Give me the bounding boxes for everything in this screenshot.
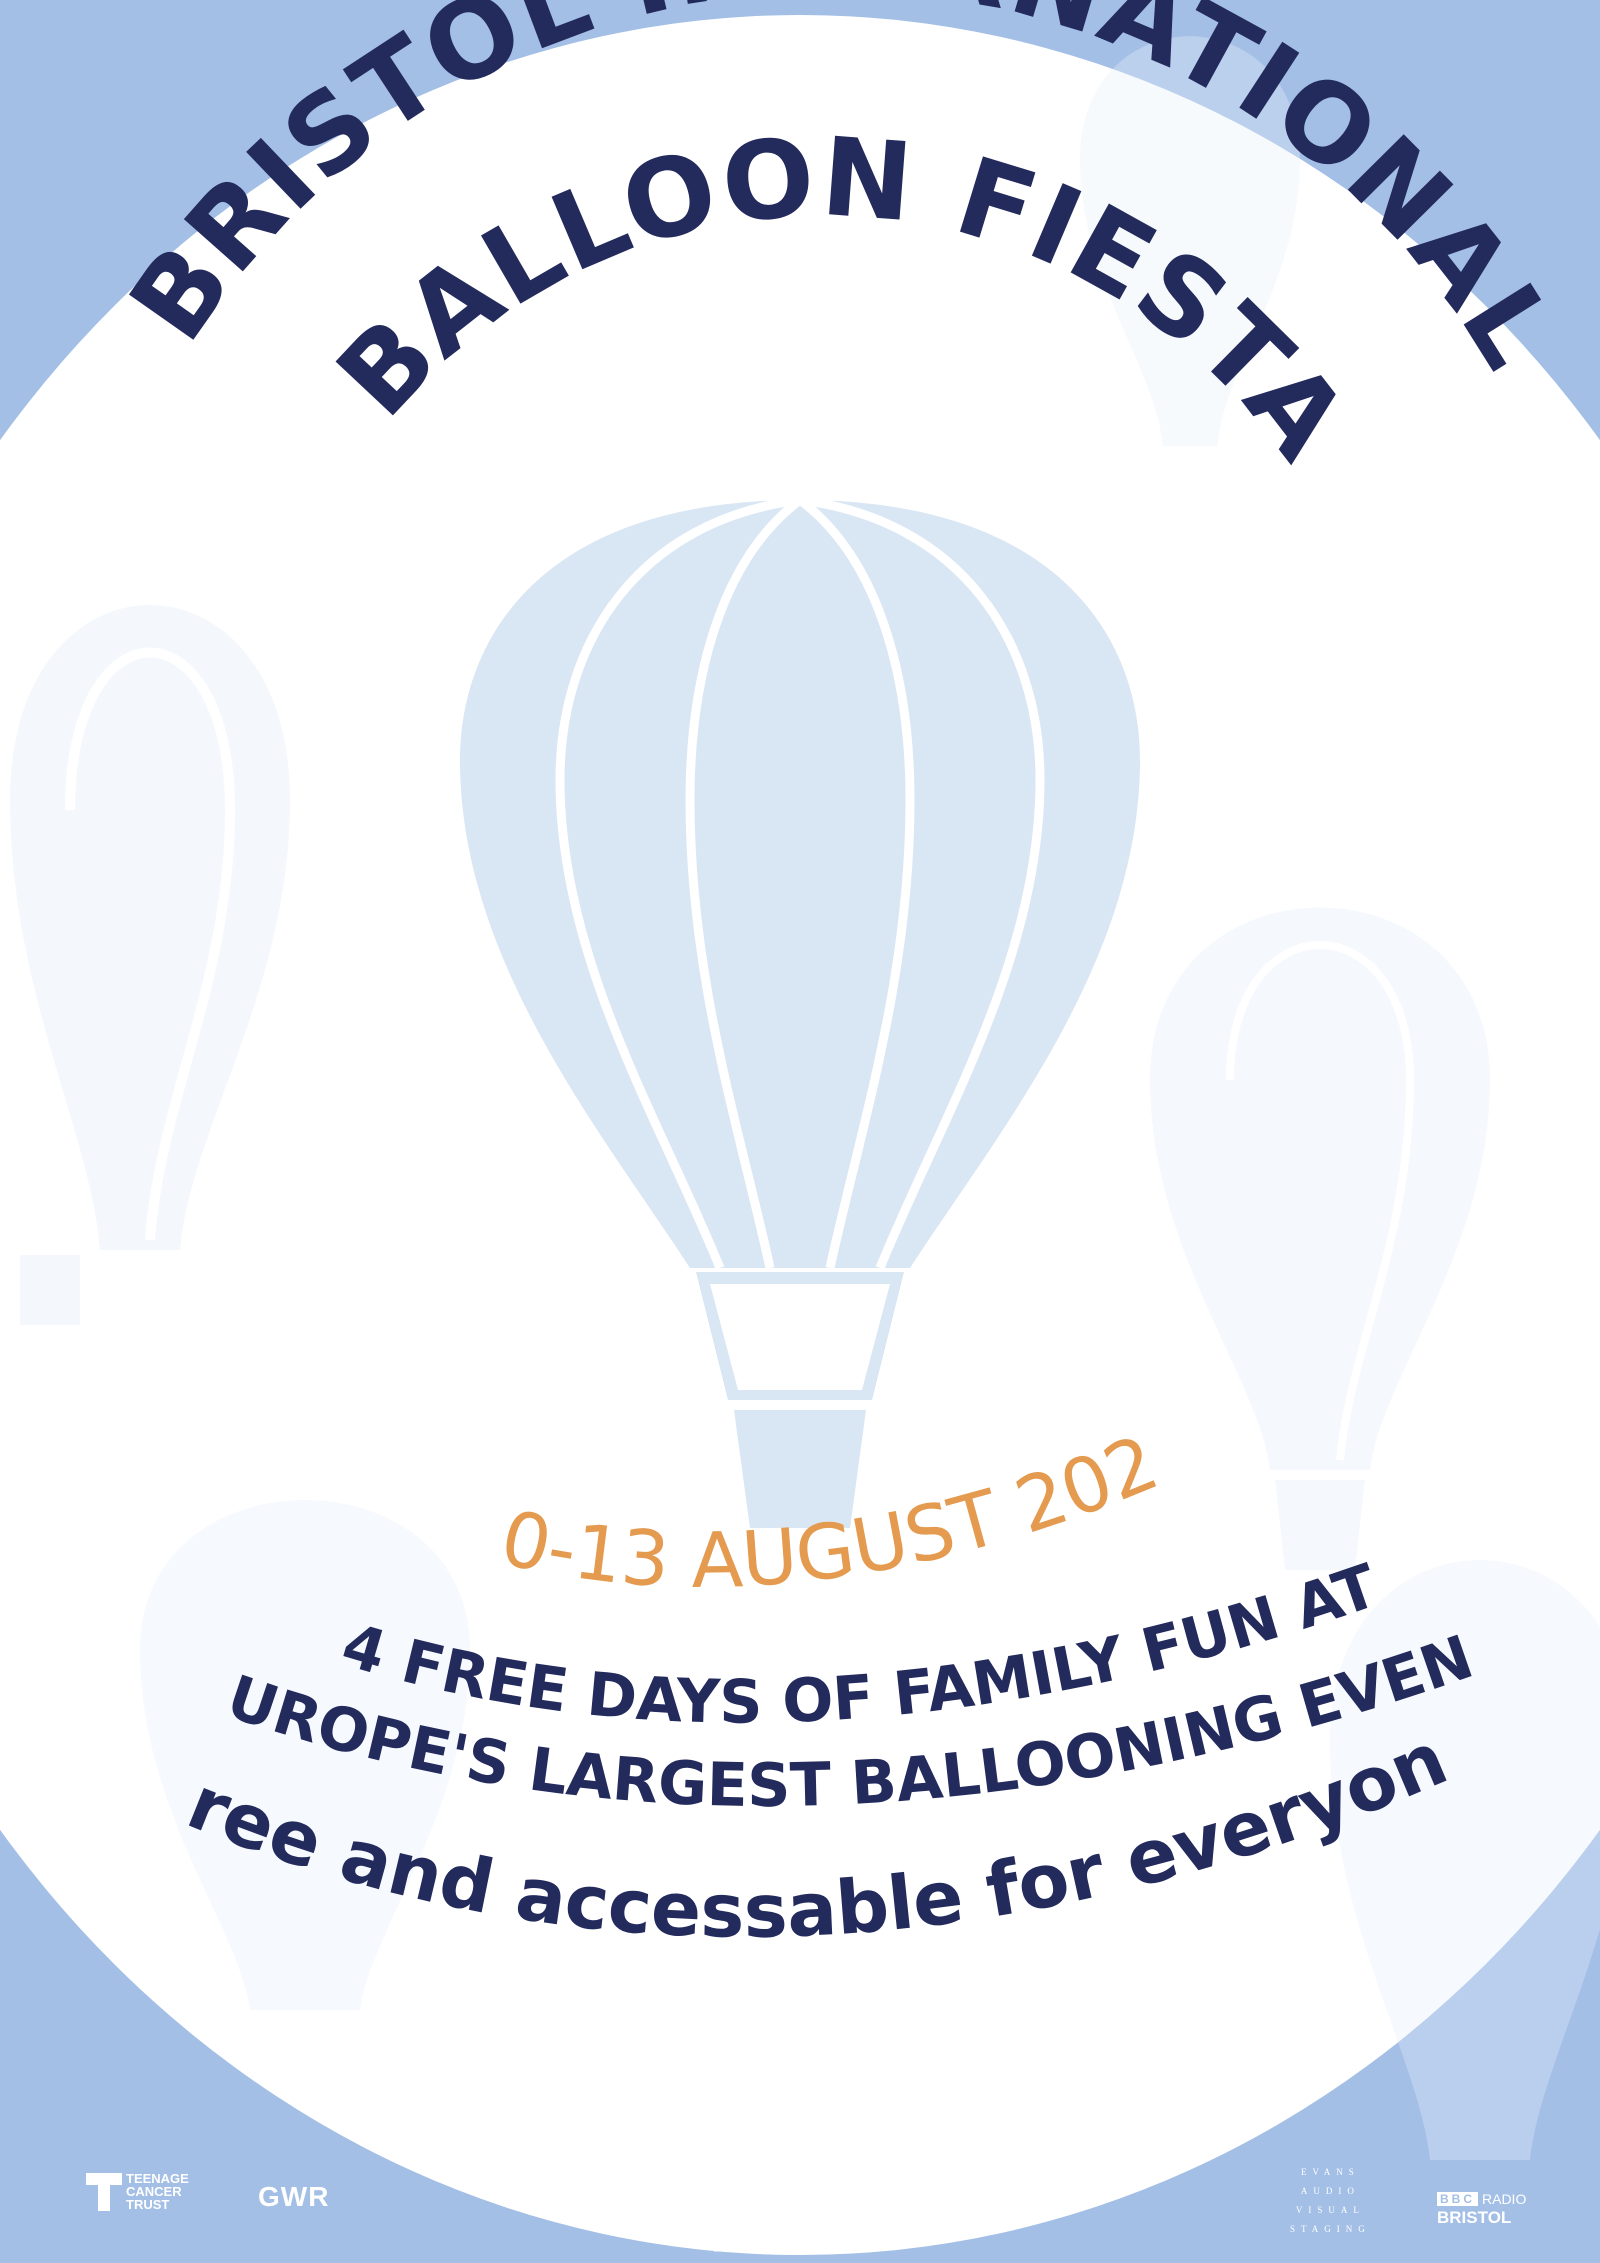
poster: BRISTOL INTERNATIONAL BALLOON FIESTA 10-…: [0, 0, 1600, 2263]
great-western-air-ambulance-logo: Great Western Air Ambulance Charity: [710, 2206, 914, 2254]
helicopter-icon: [713, 2208, 777, 2252]
evans-logo: EVANS AUDIO VISUAL STAGING: [1290, 2167, 1371, 2234]
poster-artwork: BRISTOL INTERNATIONAL BALLOON FIESTA 10-…: [0, 0, 1600, 2263]
gwr-logo: GWR: [258, 2181, 330, 2212]
teenage-cancer-trust-logo: TEENAGE CANCER TRUST: [86, 2172, 189, 2211]
tct-t-icon: [86, 2172, 122, 2211]
bbc-radio-bristol-logo: BBC RADIO BRISTOL: [1437, 2191, 1527, 2227]
